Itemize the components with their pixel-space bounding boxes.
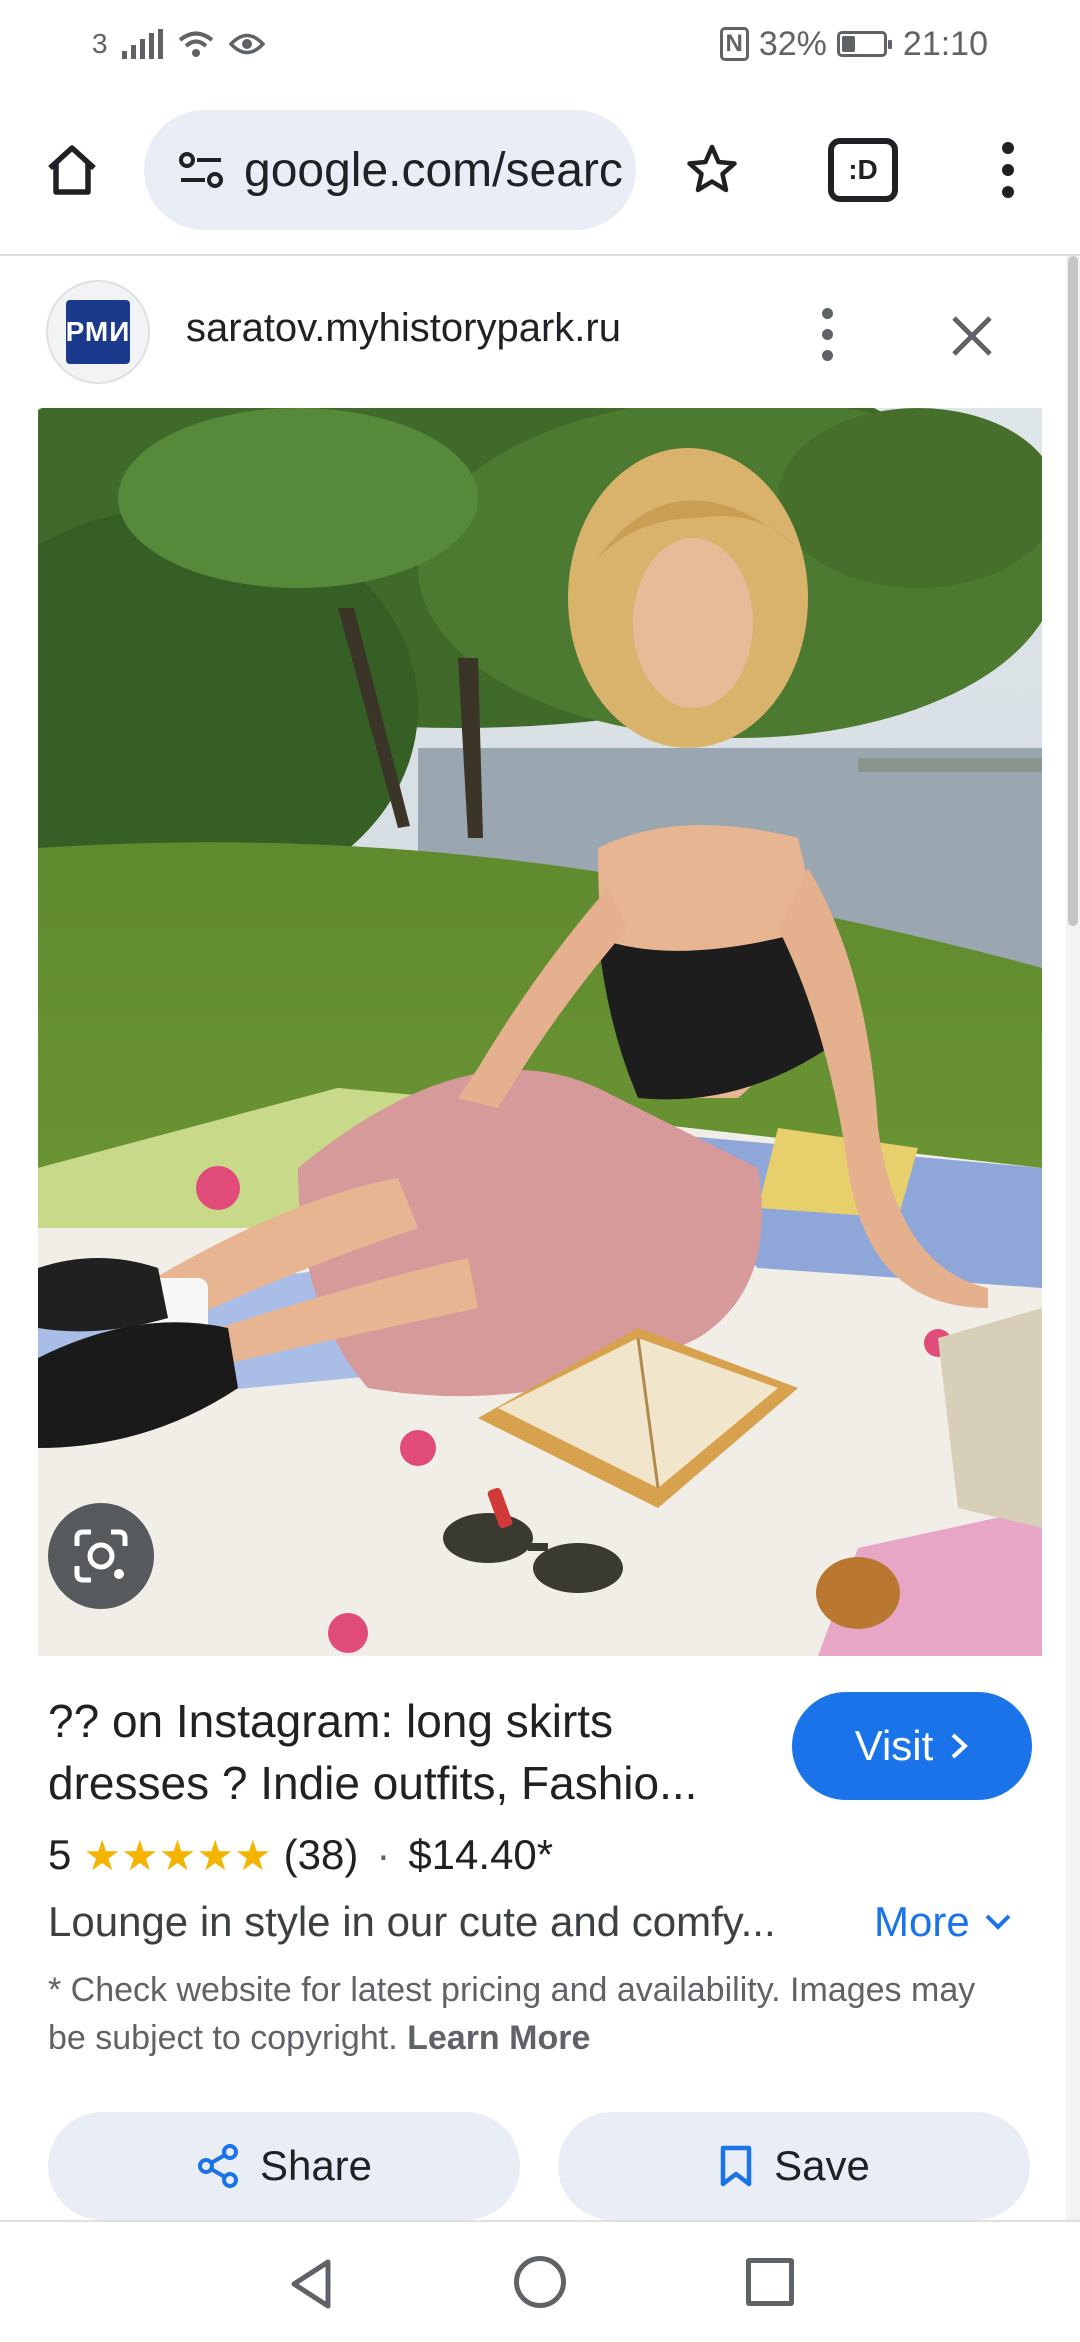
visit-button[interactable]: Visit [792, 1692, 1032, 1800]
save-button[interactable]: Save [558, 2112, 1030, 2220]
site-domain[interactable]: saratov.myhistorypark.ru [186, 306, 621, 351]
status-bar: 3 N 32% 21:10 [0, 0, 1080, 86]
nfc-icon: N [719, 27, 749, 61]
bookmark-star-icon [687, 144, 737, 193]
eye-icon [228, 33, 265, 55]
browser-toolbar: google.com/searc :D [0, 86, 1080, 256]
rating-row: 5 ★★★★★ (38) · $14.40* [48, 1826, 553, 1884]
result-image[interactable] [38, 408, 1042, 1656]
visit-label: Visit [854, 1722, 934, 1769]
home-button[interactable] [36, 134, 108, 206]
system-nav-bar [0, 2220, 1080, 2342]
status-left: 3 [92, 22, 265, 66]
rating-stars: ★★★★★ [83, 1831, 272, 1879]
separator-dot: · [376, 1831, 391, 1878]
battery-icon [836, 31, 892, 57]
site-info-icon[interactable] [174, 143, 228, 197]
site-favicon[interactable]: РМИ [46, 280, 150, 384]
chevron-down-icon [985, 1914, 1011, 1930]
bookmark-button[interactable] [676, 134, 748, 206]
url-text: google.com/searc [244, 143, 623, 197]
rating-value: 5 [48, 1831, 72, 1878]
price: $14.40* [408, 1831, 554, 1878]
address-bar[interactable]: google.com/searc [144, 110, 636, 230]
bookmark-icon [720, 2145, 752, 2187]
tab-switcher-icon[interactable]: :D [828, 138, 898, 202]
save-label: Save [774, 2142, 870, 2189]
share-label: Share [259, 2142, 373, 2189]
home-icon [48, 145, 96, 195]
tab-switcher-label: :D [848, 154, 878, 185]
battery-percent: 32% [758, 24, 827, 63]
copyright-disclaimer: * Check website for latest pricing and a… [48, 1966, 1008, 2062]
more-button[interactable]: More [874, 1898, 1012, 1946]
lens-icon [74, 1529, 128, 1583]
clock: 21:10 [902, 24, 988, 63]
back-icon[interactable] [284, 2256, 340, 2312]
google-lens-button[interactable] [48, 1503, 154, 1609]
recents-icon[interactable] [746, 2258, 794, 2306]
more-options-icon[interactable] [812, 302, 842, 366]
signal-icon [121, 29, 163, 59]
wifi-icon [178, 31, 213, 57]
home-nav-icon[interactable] [514, 2256, 566, 2308]
more-vert-icon[interactable] [988, 134, 1028, 206]
scrollbar-thumb[interactable] [1068, 256, 1078, 926]
review-count: (38) [283, 1831, 359, 1878]
image-source-header: РМИ saratov.myhistorypark.ru [0, 256, 1080, 408]
sim-label: 3 [92, 28, 108, 59]
more-label: More [874, 1898, 970, 1945]
chevron-right-icon [951, 1733, 969, 1759]
result-title[interactable]: ?? on Instagram: long skirts dresses ? I… [48, 1690, 768, 1814]
favicon-logo: РМИ [66, 300, 130, 364]
result-description: Lounge in style in our cute and comfy... [48, 1898, 776, 1945]
learn-more-link[interactable]: Learn More [407, 2019, 590, 2057]
share-button[interactable]: Share [48, 2112, 520, 2220]
close-icon[interactable] [944, 308, 1000, 364]
status-right: N 32% 21:10 [719, 22, 988, 66]
share-icon [197, 2144, 238, 2188]
